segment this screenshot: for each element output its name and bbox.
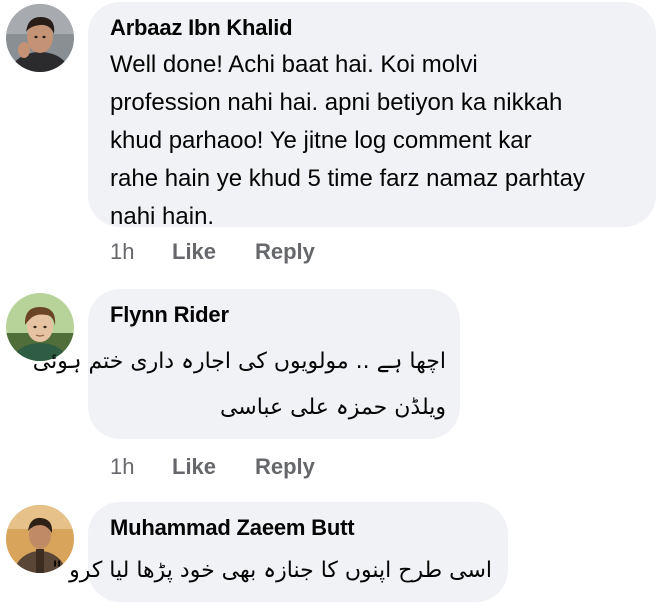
reply-button[interactable]: Reply: [255, 239, 315, 265]
comment-text-line: nahi hain.: [110, 203, 215, 230]
comment: Flynn Rider اچھا ہے .. مولویوں کی اجارہ …: [0, 285, 661, 490]
comment-author[interactable]: Flynn Rider: [110, 302, 229, 328]
comment-text-line: اسی طرح اپنوں کا جنازہ بھی خود پڑھا لیا …: [51, 558, 492, 583]
comment-timestamp[interactable]: 1h: [110, 454, 134, 480]
comment-bubble: Muhammad Zaeem Butt اسی طرح اپنوں کا جنا…: [51, 502, 508, 602]
comment-author[interactable]: Arbaaz Ibn Khalid: [110, 15, 293, 41]
comment-text: Well done! Achi baat hai. Koi molvi prof…: [110, 46, 585, 236]
comment-text-line: اچھا ہے .. مولویوں کی اجارہ داری ختم ہوئ…: [32, 349, 446, 374]
like-button[interactable]: Like: [172, 454, 216, 480]
comment-text: اسی طرح اپنوں کا جنازہ بھی خود پڑھا لیا …: [51, 554, 492, 588]
comment-bubble: Flynn Rider اچھا ہے .. مولویوں کی اجارہ …: [32, 289, 460, 439]
profile-photo-icon: [6, 4, 74, 72]
comment: Arbaaz Ibn Khalid Well done! Achi baat h…: [0, 0, 661, 280]
avatar[interactable]: [6, 4, 74, 72]
comment-text-line: ویلڈن حمزہ علی عباسی: [219, 395, 446, 420]
comment-author[interactable]: Muhammad Zaeem Butt: [110, 515, 355, 541]
comment-text-line: profession nahi hai. apni betiyon ka nik…: [110, 89, 563, 116]
comment-text-line: Well done! Achi baat hai. Koi molvi: [110, 51, 478, 78]
comment: Muhammad Zaeem Butt اسی طرح اپنوں کا جنا…: [0, 500, 661, 609]
like-button[interactable]: Like: [172, 239, 216, 265]
comment-text: اچھا ہے .. مولویوں کی اجارہ داری ختم ہوئ…: [32, 339, 446, 431]
comment-bubble: Arbaaz Ibn Khalid Well done! Achi baat h…: [88, 2, 656, 230]
comment-timestamp[interactable]: 1h: [110, 239, 134, 265]
comment-text-line: khud parhaoo! Ye jitne log comment kar: [110, 127, 532, 154]
comment-text-line: rahe hain ye khud 5 time farz namaz parh…: [110, 165, 585, 192]
reply-button[interactable]: Reply: [255, 454, 315, 480]
